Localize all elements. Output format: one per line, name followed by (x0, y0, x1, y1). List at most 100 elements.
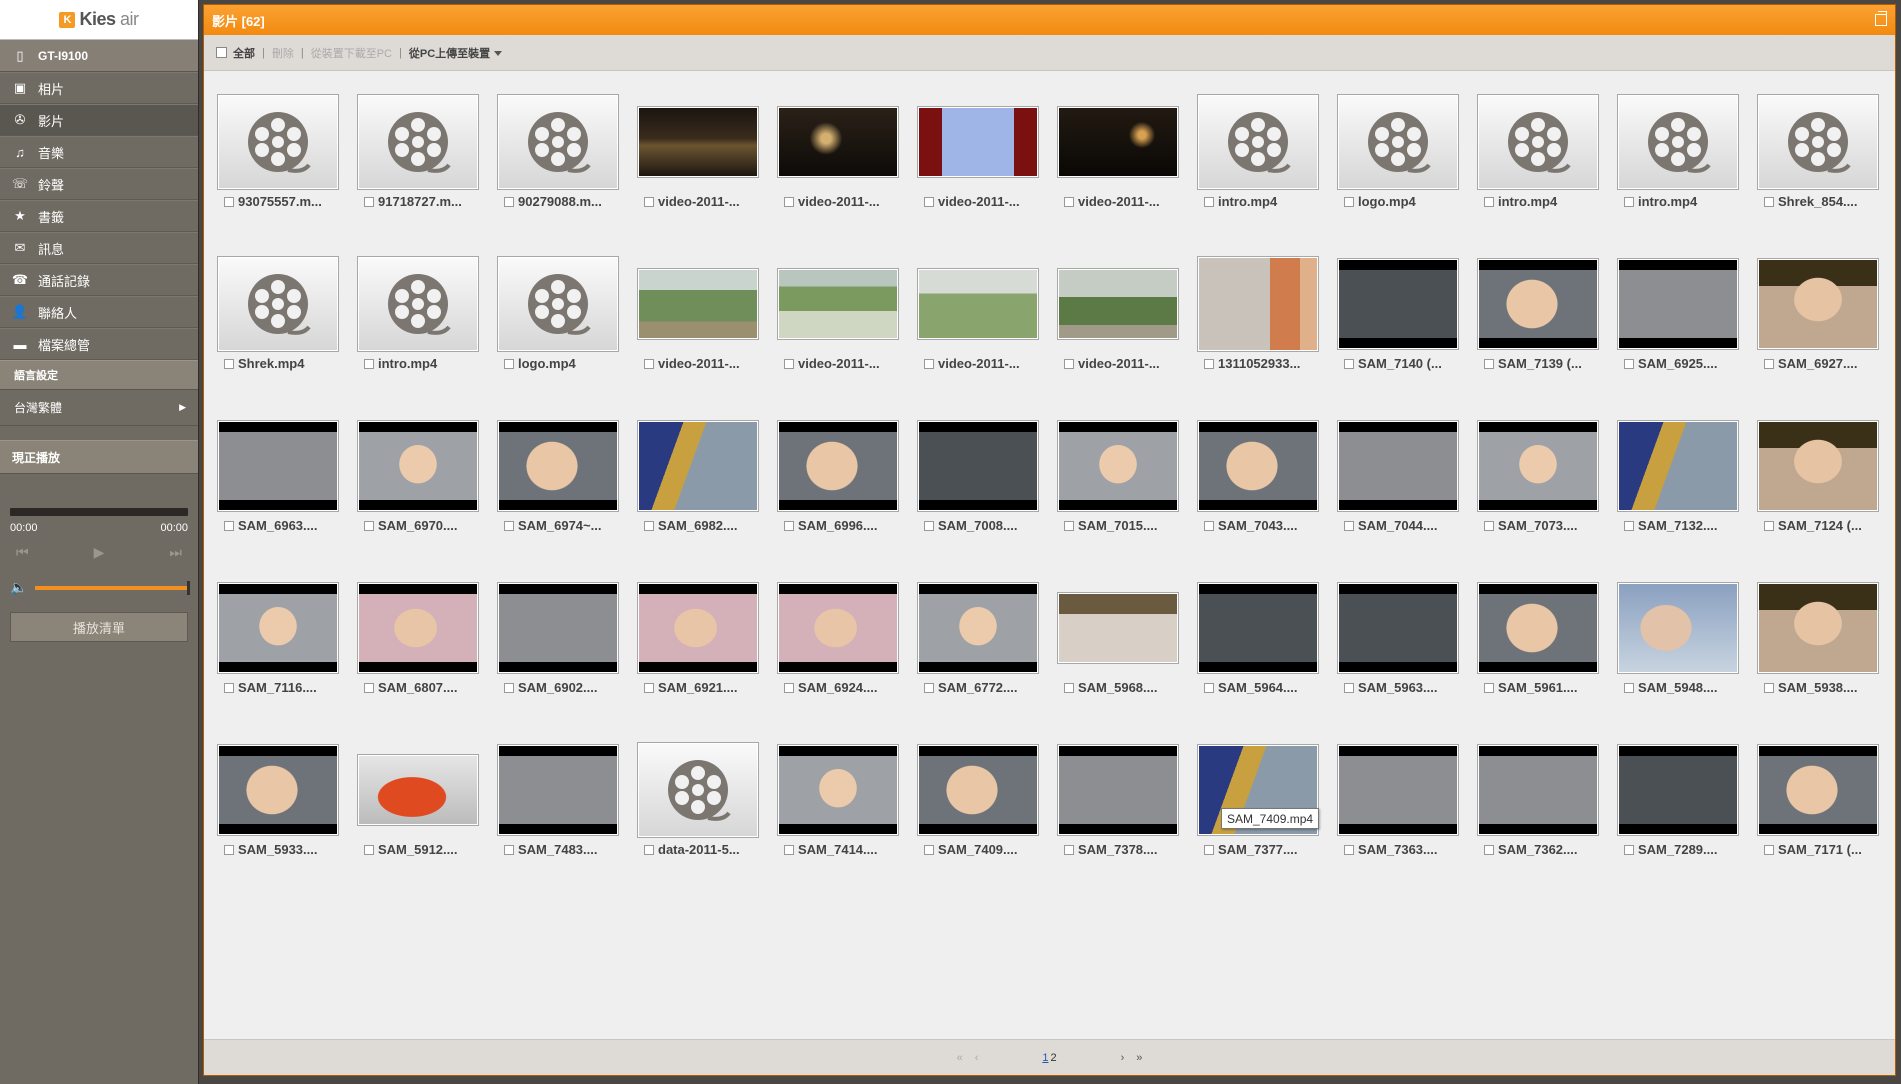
video-thumbnail[interactable] (917, 106, 1039, 178)
video-thumbnail[interactable] (777, 268, 899, 340)
video-checkbox[interactable] (364, 844, 374, 855)
video-checkbox[interactable] (644, 196, 654, 207)
video-thumbnail[interactable] (1197, 420, 1319, 512)
video-checkbox[interactable] (224, 844, 234, 855)
video-item[interactable]: SAM_6924.... (772, 579, 912, 741)
video-checkbox[interactable] (1624, 196, 1634, 207)
video-checkbox[interactable] (924, 358, 934, 369)
video-checkbox[interactable] (1064, 682, 1074, 693)
video-thumbnail[interactable] (217, 582, 339, 674)
video-item[interactable]: SAM_5948.... (1612, 579, 1752, 741)
video-thumbnail[interactable] (777, 582, 899, 674)
video-item[interactable]: video-2011-... (632, 255, 772, 417)
video-checkbox[interactable] (784, 358, 794, 369)
video-checkbox[interactable] (364, 520, 374, 531)
video-item[interactable]: video-2011-... (1052, 93, 1192, 255)
video-checkbox[interactable] (1484, 682, 1494, 693)
playback-progress-bar[interactable] (10, 508, 188, 516)
sidebar-item[interactable]: ✉ 訊息 (0, 232, 198, 264)
video-checkbox[interactable] (224, 358, 234, 369)
video-item[interactable]: SAM_6996.... (772, 417, 912, 579)
playlist-button[interactable]: 播放清單 (10, 612, 188, 642)
video-thumbnail[interactable] (637, 420, 759, 512)
film-reel-icon[interactable] (1477, 94, 1599, 190)
video-thumbnail[interactable] (1757, 744, 1879, 836)
volume-slider-handle[interactable] (187, 580, 190, 595)
play-icon[interactable]: ▶ (94, 544, 105, 561)
video-checkbox[interactable] (1484, 358, 1494, 369)
video-checkbox[interactable] (364, 358, 374, 369)
video-thumbnail[interactable] (1057, 268, 1179, 340)
video-item[interactable]: 91718727.m... (352, 93, 492, 255)
video-item[interactable]: intro.mp4 (1472, 93, 1612, 255)
film-reel-icon[interactable] (357, 256, 479, 352)
video-checkbox[interactable] (1344, 196, 1354, 207)
video-thumbnail[interactable] (1477, 744, 1599, 836)
video-thumbnail[interactable] (1197, 582, 1319, 674)
video-thumbnail[interactable] (1617, 420, 1739, 512)
video-checkbox[interactable] (1624, 358, 1634, 369)
video-checkbox[interactable] (1624, 844, 1634, 855)
video-item[interactable]: intro.mp4 (1612, 93, 1752, 255)
video-thumbnail[interactable] (1337, 582, 1459, 674)
video-checkbox[interactable] (644, 358, 654, 369)
video-thumbnail[interactable] (1617, 258, 1739, 350)
video-item[interactable]: SAM_7483.... (492, 741, 632, 903)
video-item[interactable]: SAM_7073.... (1472, 417, 1612, 579)
video-item[interactable]: SAM_6963.... (212, 417, 352, 579)
video-thumbnail[interactable] (217, 744, 339, 836)
video-checkbox[interactable] (1624, 520, 1634, 531)
film-reel-icon[interactable] (637, 742, 759, 838)
video-checkbox[interactable] (1204, 196, 1214, 207)
video-thumbnail[interactable] (217, 420, 339, 512)
video-checkbox[interactable] (1764, 520, 1774, 531)
video-checkbox[interactable] (1344, 520, 1354, 531)
video-thumbnail[interactable] (1757, 258, 1879, 350)
video-item[interactable]: SAM_7015.... (1052, 417, 1192, 579)
video-checkbox[interactable] (924, 844, 934, 855)
video-thumbnail[interactable] (1057, 420, 1179, 512)
sidebar-item[interactable]: ✇ 影片 (0, 104, 198, 136)
video-item[interactable]: Shrek.mp4 (212, 255, 352, 417)
video-checkbox[interactable] (1764, 682, 1774, 693)
upload-to-device-button[interactable]: 從PC上傳至裝置 (409, 45, 503, 61)
video-thumbnail[interactable] (637, 106, 759, 178)
video-thumbnail[interactable] (357, 754, 479, 826)
language-selector[interactable]: 台灣繁體 ▶ (0, 390, 198, 426)
video-item[interactable]: SAM_7414.... (772, 741, 912, 903)
video-thumbnail[interactable] (917, 268, 1039, 340)
download-to-pc-button[interactable]: 從裝置下載至PC (311, 45, 392, 61)
video-checkbox[interactable] (1764, 358, 1774, 369)
video-checkbox[interactable] (364, 682, 374, 693)
sidebar-item[interactable]: ▬ 檔案總管 (0, 328, 198, 360)
video-thumbnail[interactable] (1057, 106, 1179, 178)
video-checkbox[interactable] (504, 196, 514, 207)
video-item[interactable]: SAM_7008.... (912, 417, 1052, 579)
video-thumbnail[interactable] (497, 744, 619, 836)
video-item[interactable]: 90279088.m... (492, 93, 632, 255)
video-thumbnail[interactable] (917, 420, 1039, 512)
sidebar-item[interactable]: ☎ 通話記錄 (0, 264, 198, 296)
video-item[interactable]: SAM_5912.... (352, 741, 492, 903)
video-thumbnail[interactable] (777, 420, 899, 512)
film-reel-icon[interactable] (357, 94, 479, 190)
video-item[interactable]: SAM_7140 (... (1332, 255, 1472, 417)
video-checkbox[interactable] (224, 682, 234, 693)
video-item[interactable]: intro.mp4 (352, 255, 492, 417)
video-item[interactable]: SAM_7044.... (1332, 417, 1472, 579)
delete-button[interactable]: 刪除 (272, 45, 294, 61)
next-page-icon[interactable]: › (1121, 1052, 1125, 1064)
video-item[interactable]: SAM_7116.... (212, 579, 352, 741)
video-checkbox[interactable] (924, 196, 934, 207)
video-thumbnail[interactable] (1477, 420, 1599, 512)
video-checkbox[interactable] (784, 844, 794, 855)
film-reel-icon[interactable] (217, 94, 339, 190)
video-item[interactable]: SAM_7124 (... (1752, 417, 1892, 579)
video-thumbnail[interactable] (777, 106, 899, 178)
video-item[interactable]: 1311052933... (1192, 255, 1332, 417)
video-item[interactable]: SAM_7363.... (1332, 741, 1472, 903)
video-checkbox[interactable] (1764, 844, 1774, 855)
video-checkbox[interactable] (504, 358, 514, 369)
video-checkbox[interactable] (1764, 196, 1774, 207)
film-reel-icon[interactable] (1757, 94, 1879, 190)
